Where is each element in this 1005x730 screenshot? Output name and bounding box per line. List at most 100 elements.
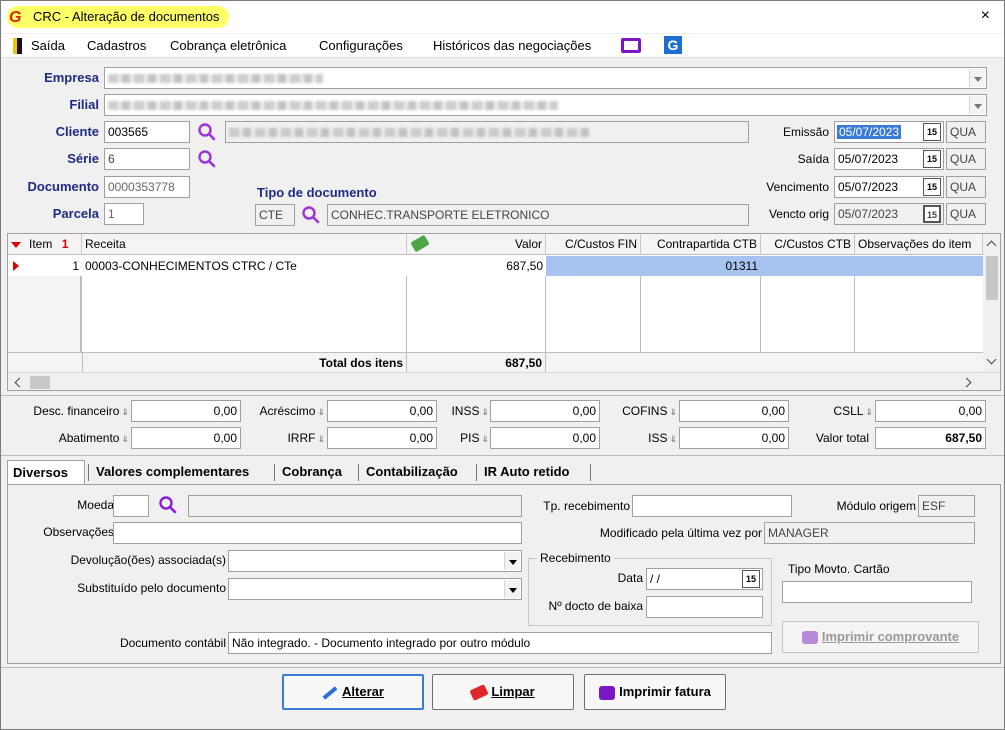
monitor-icon[interactable] bbox=[621, 38, 641, 53]
vencimento-date-input[interactable]: 05/07/2023 15 bbox=[834, 176, 944, 198]
cofins-input[interactable]: 0,00 bbox=[679, 400, 789, 422]
alterar-button[interactable]: Alterar bbox=[282, 674, 424, 710]
vertical-scrollbar[interactable] bbox=[983, 234, 1000, 372]
exit-door-icon bbox=[13, 38, 22, 54]
limpar-button[interactable]: Limpar bbox=[432, 674, 574, 710]
limpar-label: Limpar bbox=[491, 684, 535, 699]
observacoes-input[interactable] bbox=[113, 522, 522, 544]
tab-diversos[interactable]: Diversos bbox=[7, 460, 85, 484]
irrf-input[interactable]: 0,00 bbox=[327, 427, 437, 449]
calendar-icon[interactable]: 15 bbox=[923, 178, 941, 196]
tab-cobranca[interactable]: Cobrança bbox=[277, 460, 347, 484]
vencto-orig-date-input: 05/07/2023 15 bbox=[834, 203, 944, 225]
vencimento-weekday: QUA bbox=[946, 176, 986, 198]
vencto-orig-label: Vencto orig bbox=[768, 207, 829, 221]
csll-input[interactable]: 0,00 bbox=[875, 400, 986, 422]
col-cc-ctb-label: C/Custos CTB bbox=[774, 237, 851, 251]
empresa-select[interactable] bbox=[104, 67, 987, 89]
data-label: Data bbox=[617, 571, 643, 585]
scroll-up-icon[interactable] bbox=[986, 240, 997, 251]
search-icon[interactable] bbox=[197, 149, 217, 169]
chevron-down-icon[interactable] bbox=[504, 552, 520, 570]
col-observacoes[interactable]: Observações do item bbox=[855, 234, 983, 255]
menu-cadastros[interactable]: Cadastros bbox=[87, 38, 146, 54]
serie-label: Série bbox=[67, 151, 99, 166]
substituido-select[interactable] bbox=[228, 578, 522, 600]
cliente-code-input[interactable]: 003565 bbox=[104, 121, 190, 143]
col-receita[interactable]: Receita bbox=[82, 234, 407, 255]
chevron-down-icon[interactable] bbox=[504, 580, 520, 598]
moeda-input[interactable] bbox=[113, 495, 149, 517]
col-cc-fin[interactable]: C/Custos FIN bbox=[546, 234, 641, 255]
tab-ir-auto-retido[interactable]: IR Auto retido bbox=[479, 460, 574, 484]
imprimir-fatura-button[interactable]: Imprimir fatura bbox=[584, 674, 726, 710]
menu-historicos[interactable]: Históricos das negociações bbox=[433, 38, 591, 54]
inss-label: INSS ⇓ bbox=[437, 400, 489, 423]
vencto-orig-date-value: 05/07/2023 bbox=[838, 207, 899, 221]
col-cc-ctb[interactable]: C/Custos CTB bbox=[761, 234, 855, 255]
col-valor[interactable]: Valor bbox=[407, 234, 546, 255]
cofins-label: COFINS ⇓ bbox=[605, 400, 677, 423]
total-value: 687,50 bbox=[407, 353, 546, 373]
menu-configuracoes[interactable]: Configurações bbox=[319, 38, 403, 54]
abatimento-input[interactable]: 0,00 bbox=[131, 427, 241, 449]
col-contrapartida[interactable]: Contrapartida CTB bbox=[641, 234, 761, 255]
scroll-down-icon[interactable] bbox=[986, 354, 997, 365]
imprimir-comprovante-button[interactable]: Imprimir comprovante bbox=[782, 621, 979, 653]
tab-divider bbox=[88, 464, 89, 481]
pis-input[interactable]: 0,00 bbox=[490, 427, 600, 449]
serie-input[interactable]: 6 bbox=[104, 148, 190, 170]
docto-baixa-input[interactable] bbox=[646, 596, 763, 618]
abatimento-text: Abatimento bbox=[58, 431, 120, 445]
modificado-label: Modificado pela última vez por bbox=[599, 526, 762, 540]
vencimento-label: Vencimento bbox=[766, 180, 829, 194]
tipo-movto-cartao-input[interactable] bbox=[782, 581, 972, 603]
info-icon: ⇓ bbox=[865, 407, 873, 417]
col-item-label: Item bbox=[29, 237, 53, 251]
g-logo-icon[interactable]: G bbox=[664, 36, 682, 54]
data-input[interactable]: / / 15 bbox=[646, 568, 763, 590]
iss-input[interactable]: 0,00 bbox=[679, 427, 789, 449]
tab-contabilizacao[interactable]: Contabilização bbox=[361, 460, 463, 484]
desc-financeiro-input[interactable]: 0,00 bbox=[131, 400, 241, 422]
scroll-thumb[interactable] bbox=[30, 376, 50, 389]
tab-valores-complementares[interactable]: Valores complementares bbox=[91, 460, 254, 484]
pis-text: PIS bbox=[460, 431, 480, 445]
inss-input[interactable]: 0,00 bbox=[490, 400, 600, 422]
calendar-icon[interactable]: 15 bbox=[923, 150, 941, 168]
vencimento-date-value: 05/07/2023 bbox=[838, 180, 899, 194]
table-row[interactable]: 1 00003-CONHECIMENTOS CTRC / CTe 687,50 … bbox=[8, 256, 983, 276]
close-button[interactable]: × bbox=[981, 7, 990, 25]
horizontal-scrollbar[interactable] bbox=[8, 372, 1000, 390]
documento-contabil-field: Não integrado. - Documento integrado por… bbox=[228, 632, 772, 654]
menu-saida[interactable]: Saída bbox=[31, 38, 65, 54]
col-item[interactable]: Item 1 bbox=[26, 234, 82, 255]
grid-menu-icon[interactable] bbox=[8, 234, 26, 255]
scroll-left-icon[interactable] bbox=[14, 377, 25, 388]
inss-text: INSS bbox=[451, 404, 480, 418]
filial-select[interactable] bbox=[104, 94, 987, 116]
parcela-input[interactable]: 1 bbox=[104, 203, 144, 225]
chevron-down-icon[interactable] bbox=[969, 69, 985, 87]
search-icon[interactable] bbox=[158, 495, 178, 515]
info-icon: ⇓ bbox=[481, 407, 489, 417]
tipo-documento-code[interactable]: CTE bbox=[255, 204, 295, 226]
calendar-icon[interactable]: 15 bbox=[923, 123, 941, 141]
emissao-date-input[interactable]: 05/07/2023 15 bbox=[834, 121, 944, 143]
scroll-right-icon[interactable] bbox=[961, 377, 972, 388]
devolucoes-select[interactable] bbox=[228, 550, 522, 572]
chevron-down-icon[interactable] bbox=[969, 96, 985, 114]
saida-date-input[interactable]: 05/07/2023 15 bbox=[834, 148, 944, 170]
menu-cobranca-eletronica[interactable]: Cobrança eletrônica bbox=[170, 38, 286, 54]
tab-divider bbox=[358, 464, 359, 481]
tp-recebimento-input[interactable] bbox=[632, 495, 792, 517]
cliente-name-field bbox=[225, 121, 749, 143]
calendar-icon[interactable]: 15 bbox=[742, 570, 760, 588]
docto-baixa-label: Nº docto de baixa bbox=[548, 599, 643, 613]
search-icon[interactable] bbox=[197, 122, 217, 142]
scroll-thumb[interactable] bbox=[986, 256, 998, 300]
items-grid[interactable]: Item 1 Receita Valor C/Custos FIN Contra… bbox=[7, 233, 1001, 391]
acrescimo-input[interactable]: 0,00 bbox=[327, 400, 437, 422]
search-icon[interactable] bbox=[301, 205, 321, 225]
documento-input[interactable]: 0000353778 bbox=[104, 176, 190, 198]
